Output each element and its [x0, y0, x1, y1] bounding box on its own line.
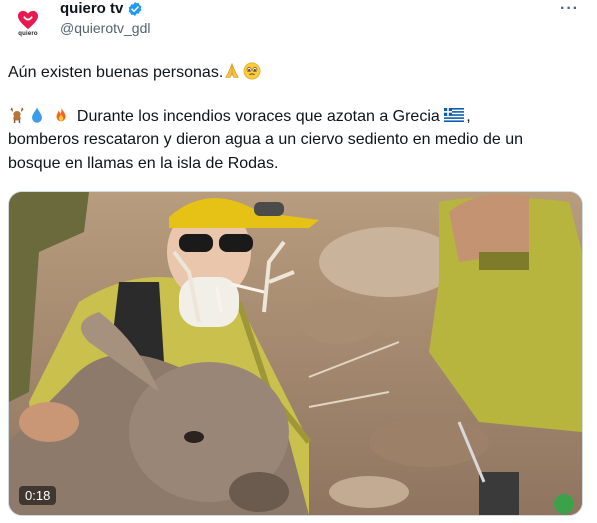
- author-name-row[interactable]: quiero tv: [60, 0, 143, 17]
- tweet-text-line-2: Durante los incendios voraces que azotan…: [8, 106, 471, 127]
- fire-emoji: [56, 106, 66, 122]
- verified-badge-icon[interactable]: [127, 1, 143, 17]
- teary-face-emoji: [243, 62, 261, 80]
- video-duration-badge: 0:18: [19, 486, 57, 505]
- tweet-text-line-3: bomberos rescataron y dieron agua a un c…: [8, 131, 523, 148]
- handle[interactable]: @quierotv_gdl: [60, 20, 151, 36]
- tweet-card[interactable]: quiero quiero tv @quierotv_gdl ··· Aún e…: [0, 0, 597, 523]
- droplet-emoji: [32, 107, 42, 123]
- more-options-button[interactable]: ···: [560, 0, 579, 18]
- video-player[interactable]: 0:18: [8, 191, 583, 516]
- avatar-brand-text: quiero: [18, 30, 38, 37]
- tweet-text-1: Aún existen buenas personas.: [8, 64, 224, 81]
- heart-logo-icon: [18, 10, 38, 29]
- video-frame: [9, 192, 582, 515]
- deer-emoji: [10, 107, 24, 124]
- display-name[interactable]: quiero tv: [60, 0, 123, 17]
- greece-flag-emoji: [444, 108, 465, 122]
- tweet-text-line-4: bosque en llamas en la isla de Rodas.: [8, 155, 279, 172]
- tweet-text-2: Durante los incendios voraces que azotan…: [76, 108, 440, 125]
- avatar[interactable]: quiero: [7, 2, 49, 44]
- pray-emoji: [225, 62, 240, 78]
- tweet-text-line-1: Aún existen buenas personas.: [8, 62, 263, 83]
